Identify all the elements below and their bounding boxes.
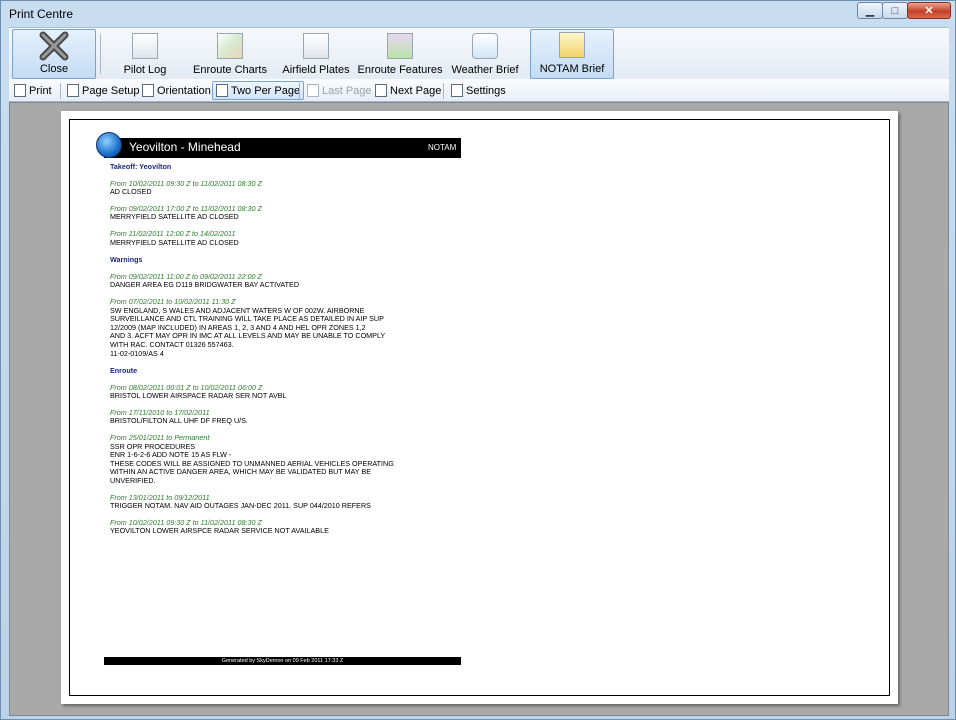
- window-title: Print Centre: [9, 7, 74, 21]
- close-icon: [39, 31, 69, 61]
- maximize-button[interactable]: □: [882, 2, 908, 19]
- enroute-features-icon: [387, 33, 413, 59]
- notam-item: From 11/02/2011 12:00 Z to 14/02/2011 MER…: [110, 229, 410, 247]
- preview-page: Yeovilton - Minehead NOTAM Takeoff: Yeov…: [61, 111, 898, 704]
- notam-text: AD CLOSED: [110, 187, 152, 197]
- weather-brief-button[interactable]: Weather Brief: [447, 29, 523, 79]
- weather-brief-label: Weather Brief: [451, 64, 519, 76]
- print-label: Print: [29, 84, 52, 97]
- notam-text: SW ENGLAND, S WALES AND ADJACENT WATERS …: [110, 305, 386, 358]
- next-page-icon: [375, 84, 387, 97]
- minimize-button[interactable]: ▁: [857, 2, 883, 19]
- window-controls: ▁ □ ✕: [857, 2, 951, 19]
- pilot-log-button[interactable]: Pilot Log: [111, 29, 179, 79]
- notam-item: From 07/02/2011 to 10/02/2011 11:30 Z SW …: [110, 297, 410, 358]
- skydemon-logo-icon: [96, 132, 122, 158]
- airfield-plates-icon: [303, 33, 329, 59]
- two-per-page-icon: [216, 84, 228, 97]
- section-title: Warnings: [110, 255, 143, 265]
- notam-item: From 09/02/2011 11:00 Z to 09/02/2011 22…: [110, 272, 410, 290]
- pilot-log-icon: [132, 33, 158, 59]
- notam-item: From 09/02/2011 17:00 Z to 11/02/2011 08…: [110, 204, 410, 222]
- notam-text: DANGER AREA EG D119 BRIDGWATER BAY ACTIV…: [110, 280, 300, 290]
- notam-text: BRISTOL LOWER AIRSPACE RADAR SER NOT AVB…: [110, 391, 287, 401]
- two-per-page-button[interactable]: Two Per Page: [212, 81, 305, 100]
- next-page-label: Next Page: [390, 84, 442, 97]
- orientation-button[interactable]: Orientation: [139, 81, 214, 100]
- settings-button[interactable]: Settings: [448, 81, 509, 100]
- print-button[interactable]: Print: [11, 81, 55, 100]
- enroute-charts-label: Enroute Charts: [193, 64, 267, 76]
- notam-text: SSR OPR PROCEDURES ENR 1-6-2-6 ADD NOTE …: [110, 441, 394, 486]
- toolbar-separator: [60, 83, 61, 99]
- settings-icon: [451, 84, 463, 97]
- notam-brief-label: NOTAM Brief: [539, 63, 605, 75]
- notam-item: From 17/11/2010 to 17/02/2011 BRISTOL/FIL…: [110, 408, 410, 426]
- notam-text: BRISTOL/FILTON ALL UHF DF FREQ U/S.: [110, 416, 248, 426]
- notam-item: From 13/01/2011 to 09/12/2011 TRIGGER NOT…: [110, 493, 410, 511]
- toolbar-separator: [443, 83, 444, 99]
- toolbar-separator: [299, 83, 300, 99]
- route-title: Yeovilton - Minehead: [129, 140, 241, 154]
- pilot-log-label: Pilot Log: [123, 64, 167, 76]
- notam-text: MERRYFIELD SATELLITE AD CLOSED: [110, 237, 239, 247]
- print-centre-window: Print Centre ▁ □ ✕ Close Pilot Log Enrou…: [0, 0, 956, 720]
- ribbon-separator: [100, 34, 101, 74]
- toolbar: Print Page Setup Orientation Two Per Pag…: [9, 79, 949, 102]
- notam-content: Takeoff: Yeovilton From 10/02/2011 09:30 …: [110, 162, 410, 544]
- two-per-page-label: Two Per Page: [231, 84, 301, 97]
- airfield-plates-button[interactable]: Airfield Plates: [277, 29, 355, 79]
- enroute-charts-icon: [217, 33, 243, 59]
- notam-brief-button[interactable]: NOTAM Brief: [530, 29, 614, 79]
- page-setup-label: Page Setup: [82, 84, 140, 97]
- airfield-plates-label: Airfield Plates: [282, 64, 350, 76]
- window-close-button[interactable]: ✕: [907, 2, 951, 19]
- notam-brief-icon: [559, 32, 585, 58]
- close-button[interactable]: Close: [12, 29, 96, 79]
- notam-date: From 10/02/2011 09:30 Z to 11/02/2011 08…: [110, 178, 262, 188]
- notam-text: TRIGGER NOTAM. NAV AID OUTAGES JAN-DEC 2…: [110, 501, 371, 511]
- weather-brief-icon: [472, 33, 498, 59]
- brief-type: NOTAM: [428, 143, 457, 152]
- printer-icon: [14, 84, 26, 97]
- title-bar[interactable]: Print Centre ▁ □ ✕: [1, 1, 956, 27]
- notam-text: MERRYFIELD SATELLITE AD CLOSED: [110, 212, 239, 222]
- settings-label: Settings: [466, 84, 506, 97]
- section-title: Takeoff: Yeovilton: [110, 162, 172, 171]
- ribbon: Close Pilot Log Enroute Charts Airfield …: [9, 27, 949, 79]
- enroute-charts-button[interactable]: Enroute Charts: [187, 29, 273, 79]
- notam-item: From 08/02/2011 00:01 Z to 10/02/2011 06…: [110, 383, 410, 401]
- orientation-label: Orientation: [157, 84, 211, 97]
- orientation-icon: [142, 84, 154, 97]
- print-preview-area[interactable]: Yeovilton - Minehead NOTAM Takeoff: Yeov…: [9, 102, 949, 716]
- page-setup-button[interactable]: Page Setup: [64, 81, 143, 100]
- close-label: Close: [39, 63, 69, 75]
- notam-item: From 25/01/2011 to Permanent SSR OPR PROC…: [110, 433, 410, 486]
- last-page-label: Last Page: [322, 84, 372, 97]
- notam-item: From 10/02/2011 09:30 Z to 11/02/2011 08…: [110, 178, 410, 197]
- enroute-features-label: Enroute Features: [357, 64, 443, 76]
- notam-text: YEOVILTON LOWER AIRSPCE RADAR SERVICE NO…: [110, 526, 329, 536]
- enroute-features-button[interactable]: Enroute Features: [355, 29, 445, 79]
- generated-footer: Generated by SkyDemon on 09 Feb 2011 17:…: [104, 657, 461, 665]
- next-page-button[interactable]: Next Page: [372, 81, 444, 100]
- last-page-icon: [307, 84, 319, 97]
- section-title: Enroute: [110, 366, 138, 376]
- last-page-button[interactable]: Last Page: [304, 81, 375, 100]
- page-setup-icon: [67, 84, 79, 97]
- notam-item: From 10/02/2011 09:30 Z to 11/02/2011 08…: [110, 518, 410, 536]
